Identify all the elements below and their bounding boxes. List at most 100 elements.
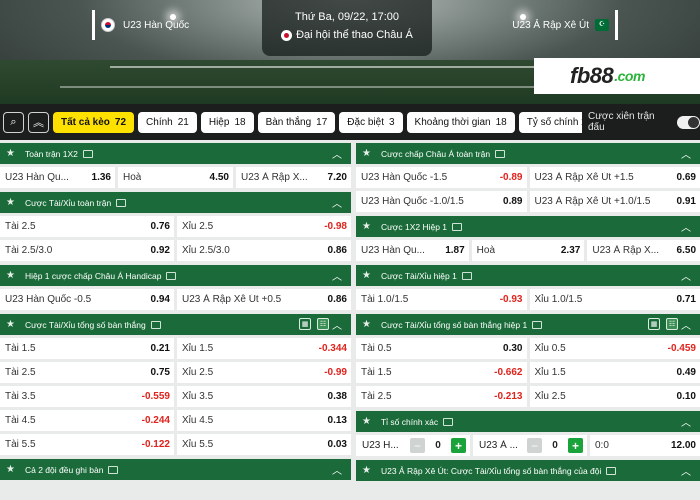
market-header[interactable]: ★ Cược Tài/Xỉu tổng số bàn thắng hiệp 1 ▦ ☷… [356, 314, 700, 335]
odds-button[interactable]: Xỉu 2.5 -0.98 [177, 216, 351, 237]
odds-button[interactable]: Tài 1.5 -0.662 [356, 362, 527, 383]
market-header[interactable]: ★ Tỉ số chính xác ︿ [356, 411, 700, 432]
combo-bet-toggle[interactable]: Cược xiên trận đấu [582, 104, 700, 140]
chevron-up-icon[interactable]: ︿ [332, 146, 342, 161]
decrement-button[interactable]: − [410, 438, 425, 453]
market-header[interactable]: ★ Cược Tài/Xỉu tổng số bàn thắng ▦ ☷ ︿ [0, 314, 351, 335]
chevron-up-icon[interactable]: ︿ [332, 268, 342, 283]
toggle-switch[interactable] [676, 115, 700, 129]
odds-button[interactable]: Xỉu 1.5 -0.344 [177, 338, 351, 359]
chevron-up-icon[interactable]: ︿ [681, 146, 691, 161]
tab-2[interactable]: Hiệp 18 [200, 111, 254, 133]
odds-button[interactable]: Hoà 2.37 [471, 240, 585, 261]
odds-button[interactable]: Tài 0.5 0.30 [356, 338, 527, 359]
market-header[interactable]: ★ U23 Ả Rập Xê Út: Cược Tài/Xỉu tổng số b… [356, 460, 700, 481]
odds-button[interactable]: Tài 2.5/3.0 0.92 [0, 240, 174, 261]
star-icon[interactable]: ★ [362, 416, 371, 427]
chevron-up-icon[interactable]: ︿ [681, 463, 691, 478]
market-title: Cả 2 đội đều ghi bàn [24, 464, 104, 475]
decrement-button[interactable]: − [527, 438, 542, 453]
list-view-icon[interactable]: ☷ [317, 318, 329, 330]
star-icon[interactable]: ★ [362, 221, 371, 232]
tab-5[interactable]: Khoảng thời gian 18 [406, 111, 515, 133]
live-tv-icon [532, 320, 543, 329]
market-header[interactable]: ★ Cược 1X2 Hiệp 1 ︿ [356, 216, 700, 237]
tab-0[interactable]: Tất cả kèo 72 [53, 111, 135, 133]
chevron-up-icon[interactable]: ︿ [332, 195, 342, 210]
odds-button[interactable]: U23 Hàn Qu... 1.36 [0, 167, 115, 188]
chevron-up-icon[interactable]: ︿ [681, 268, 691, 283]
increment-button[interactable]: + [568, 438, 583, 453]
market-tabs: ⌕ ︽ Tất cả kèo 72 Chính 21 Hiệp 18 Bàn thắng 17… [0, 104, 700, 140]
chevron-up-icon[interactable]: ︿ [681, 219, 691, 234]
korea-flag-icon [101, 18, 115, 32]
chevron-up-icon[interactable]: ︿ [332, 317, 342, 332]
odds-button[interactable]: Xỉu 1.0/1.5 0.71 [529, 289, 700, 310]
market-header[interactable]: ★ Cược Tài/Xỉu toàn trận ︿ [0, 192, 351, 213]
odds-button[interactable]: Xỉu 5.5 0.03 [177, 434, 351, 455]
odds-button[interactable]: U23 Ả Rập Xê Út +0.5 0.86 [177, 289, 351, 310]
odds-button[interactable]: Tài 1.5 0.21 [0, 338, 174, 359]
market-header[interactable]: ★ Cược chấp Châu Á toàn trận ︿ [356, 143, 700, 164]
odds-button[interactable]: Tài 1.0/1.5 -0.93 [356, 289, 527, 310]
star-icon[interactable]: ★ [362, 148, 371, 159]
odds-button[interactable]: Tài 5.5 -0.122 [0, 434, 174, 455]
odds-button[interactable]: U23 Ả Rập Xê Út +1.5 0.69 [529, 167, 700, 188]
event-name: Đại hội thể thao Châu Á [296, 29, 413, 41]
grid-view-icon[interactable]: ▦ [648, 318, 660, 330]
collapse-all-button[interactable]: ︽ [28, 111, 49, 133]
odds-button[interactable]: Tài 2.5 0.76 [0, 216, 174, 237]
selection-label: Xỉu 4.5 [182, 415, 214, 426]
odds-button[interactable]: Xỉu 1.5 0.49 [529, 362, 700, 383]
odds-button[interactable]: U23 Hàn Quốc -0.5 0.94 [0, 289, 174, 310]
search-icon: ⌕ [10, 115, 17, 128]
increment-button[interactable]: + [451, 438, 466, 453]
odds-value: 0.30 [503, 343, 523, 354]
odds-button[interactable]: 0:0 12.00 [590, 435, 700, 456]
odds-button[interactable]: Tài 3.5 -0.559 [0, 386, 174, 407]
odds-button[interactable]: U23 Ả Rập X... 7.20 [236, 167, 351, 188]
selection-label: U23 Ả Rập Xê Út +1.0/1.5 [534, 196, 651, 207]
live-tv-icon [82, 149, 93, 158]
star-icon[interactable]: ★ [6, 270, 15, 281]
selection-label: Tài 5.5 [5, 439, 36, 450]
chevron-up-icon[interactable]: ︿ [681, 317, 691, 332]
list-view-icon[interactable]: ☷ [666, 318, 678, 330]
market-header[interactable]: ★ Cả 2 đội đều ghi bàn ︿ [0, 459, 351, 480]
star-icon[interactable]: ★ [6, 197, 15, 208]
chevron-up-icon[interactable]: ︿ [681, 414, 691, 429]
star-icon[interactable]: ★ [362, 465, 371, 476]
selection-label: Tài 3.5 [5, 391, 36, 402]
odds-button[interactable]: U23 Ả Rập Xê Út +1.0/1.5 0.91 [529, 191, 700, 212]
star-icon[interactable]: ★ [362, 319, 371, 330]
odds-button[interactable]: U23 Hàn Qu... 1.87 [356, 240, 469, 261]
odds-button[interactable]: Xỉu 3.5 0.38 [177, 386, 351, 407]
search-button[interactable]: ⌕ [3, 111, 24, 133]
odds-button[interactable]: Xỉu 2.5 -0.99 [177, 362, 351, 383]
odds-button[interactable]: Hoà 4.50 [118, 167, 233, 188]
tab-3[interactable]: Bàn thắng 17 [257, 111, 336, 133]
market-header[interactable]: ★ Toàn trận 1X2 ︿ [0, 143, 351, 164]
odds-button[interactable]: Xỉu 2.5/3.0 0.86 [177, 240, 351, 261]
selection-label: U23 Ả Rập Xê Út +0.5 [182, 294, 282, 305]
odds-button[interactable]: Tài 2.5 0.75 [0, 362, 174, 383]
market-header[interactable]: ★ Hiệp 1 cược chấp Châu Á Handicap ︿ [0, 265, 351, 286]
chevron-up-icon[interactable]: ︿ [332, 462, 342, 477]
odds-button[interactable]: Xỉu 0.5 -0.459 [529, 338, 700, 359]
market-header[interactable]: ★ Cược Tài/Xỉu hiệp 1 ︿ [356, 265, 700, 286]
odds-button[interactable]: Tài 2.5 -0.213 [356, 386, 527, 407]
star-icon[interactable]: ★ [6, 319, 15, 330]
odds-button[interactable]: Xỉu 4.5 0.13 [177, 410, 351, 431]
odds-button[interactable]: U23 Ả Rập X... 6.50 [587, 240, 700, 261]
odds-button[interactable]: Tài 4.5 -0.244 [0, 410, 174, 431]
grid-view-icon[interactable]: ▦ [299, 318, 311, 330]
tab-1[interactable]: Chính 21 [138, 111, 197, 133]
odds-button[interactable]: Xỉu 2.5 0.10 [529, 386, 700, 407]
star-icon[interactable]: ★ [6, 464, 15, 475]
odds-button[interactable]: U23 Hàn Quốc -1.0/1.5 0.89 [356, 191, 527, 212]
star-icon[interactable]: ★ [362, 270, 371, 281]
odds-value: -0.344 [318, 343, 347, 354]
tab-4[interactable]: Đặc biệt 3 [339, 111, 403, 133]
star-icon[interactable]: ★ [6, 148, 15, 159]
odds-button[interactable]: U23 Hàn Quốc -1.5 -0.89 [356, 167, 527, 188]
